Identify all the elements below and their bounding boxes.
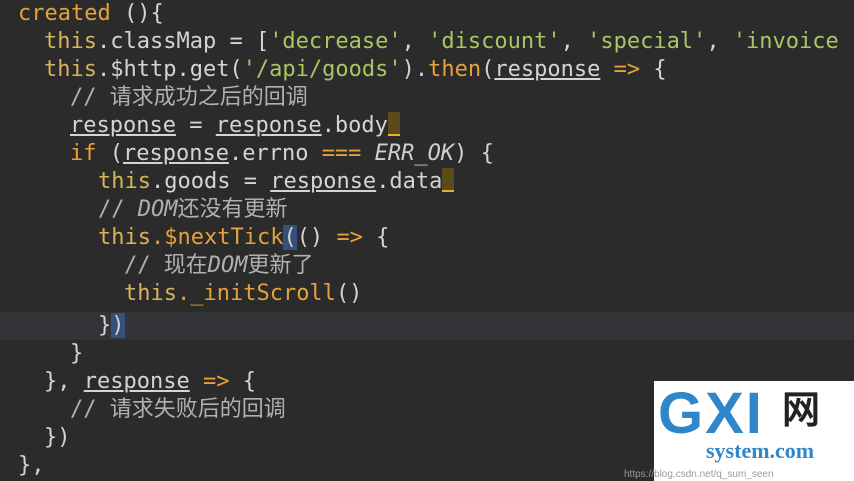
code-line-5: response = response.body	[0, 112, 854, 140]
punctuation: }	[70, 341, 84, 366]
watermark-logo: GXI	[658, 381, 764, 446]
property: .data	[376, 169, 443, 194]
punctuation: (	[96, 141, 123, 166]
constant: ERR_OK	[361, 141, 455, 166]
punctuation: ()	[335, 281, 363, 306]
keyword: if	[70, 141, 97, 166]
string-literal: '/api/goods'	[242, 57, 402, 82]
code-line-7: this.goods = response.data	[0, 168, 854, 196]
method-call: .$http.get(	[96, 57, 243, 82]
property: .body	[321, 113, 388, 138]
site-watermark: GXI 网 system.com https://blog.csdn.net/q…	[624, 381, 854, 481]
parameter: response	[70, 113, 176, 138]
code-line-11: this._initScroll()	[0, 280, 854, 308]
code-line-2: this.classMap = ['decrease', 'discount',…	[44, 29, 839, 54]
comment: //	[98, 197, 138, 222]
comment-emphasis: DOM	[137, 197, 178, 222]
method-name: ._initScroll	[176, 281, 336, 306]
comment-emphasis: DOM	[207, 253, 248, 278]
string-literal: 'special'	[587, 29, 707, 54]
string-literal: 'invoice	[732, 29, 839, 54]
arrow-operator: =>	[600, 57, 654, 82]
parameter: response	[123, 141, 229, 166]
this-keyword: this	[98, 225, 151, 250]
this-keyword: this	[44, 57, 97, 82]
code-line-6: if (response.errno === ERR_OK) {	[0, 140, 854, 168]
punctuation: (	[481, 57, 495, 82]
punctuation: {	[362, 225, 390, 250]
code-line-8: // DOM还没有更新	[0, 196, 854, 224]
watermark-site: system.com	[706, 438, 815, 463]
code-line-4: // 请求成功之后的回调	[0, 84, 854, 112]
parameter: response	[494, 57, 601, 82]
code-line-1: created (){	[0, 0, 854, 28]
operator: =	[230, 169, 271, 194]
arrow-operator: =>	[336, 225, 363, 250]
operator: =	[175, 113, 216, 138]
string-literal: 'discount'	[428, 29, 561, 54]
punctuation: {	[653, 57, 667, 82]
punctuation: })	[44, 425, 71, 450]
code-line-3: this.$http.get('/api/goods').then(respon…	[0, 56, 854, 84]
parameter: response	[215, 113, 322, 138]
code-line-9: this.$nextTick(() => {	[0, 224, 854, 252]
watermark-cn-char: 网	[782, 390, 821, 432]
matched-paren: (	[283, 225, 297, 250]
method-name: then	[428, 57, 482, 82]
this-keyword: this	[124, 281, 177, 306]
operator: ===	[321, 141, 362, 166]
this-keyword: this	[44, 29, 97, 54]
punctuation: },	[18, 453, 45, 478]
parameter: response	[83, 369, 190, 394]
matched-paren: )	[111, 313, 125, 338]
code-line-10: // 现在DOM更新了	[0, 252, 854, 280]
cursor-marker	[442, 168, 455, 192]
parameter: response	[270, 169, 377, 194]
comment: // 请求成功之后的回调	[70, 85, 308, 110]
comment: 更新了	[247, 253, 314, 278]
punctuation: (){	[110, 1, 164, 26]
watermark-url: https://blog.csdn.net/q_sum_seen	[624, 469, 774, 480]
property: .errno	[228, 141, 322, 166]
arrow-operator: =>	[189, 369, 230, 394]
property: .goods	[150, 169, 231, 194]
comment: // 现在	[124, 253, 208, 278]
punctuation: {	[229, 369, 256, 394]
operator: = [	[216, 29, 270, 54]
property: .classMap	[96, 29, 217, 54]
code-line-12-current[interactable]: })	[0, 312, 854, 340]
punctuation: ) {	[454, 141, 494, 166]
comment: 还没有更新	[177, 197, 288, 222]
this-keyword: this	[98, 169, 151, 194]
comment: // 请求失败后的回调	[70, 397, 286, 422]
punctuation: ).	[401, 57, 429, 82]
punctuation: ()	[296, 225, 337, 250]
method-name: .$nextTick	[150, 225, 284, 250]
code-line-13: }	[0, 340, 854, 368]
punctuation: },	[44, 369, 84, 394]
keyword: created	[18, 1, 111, 26]
cursor-marker	[387, 112, 400, 136]
punctuation: }	[98, 313, 112, 338]
string-literal: 'decrease'	[269, 29, 402, 54]
